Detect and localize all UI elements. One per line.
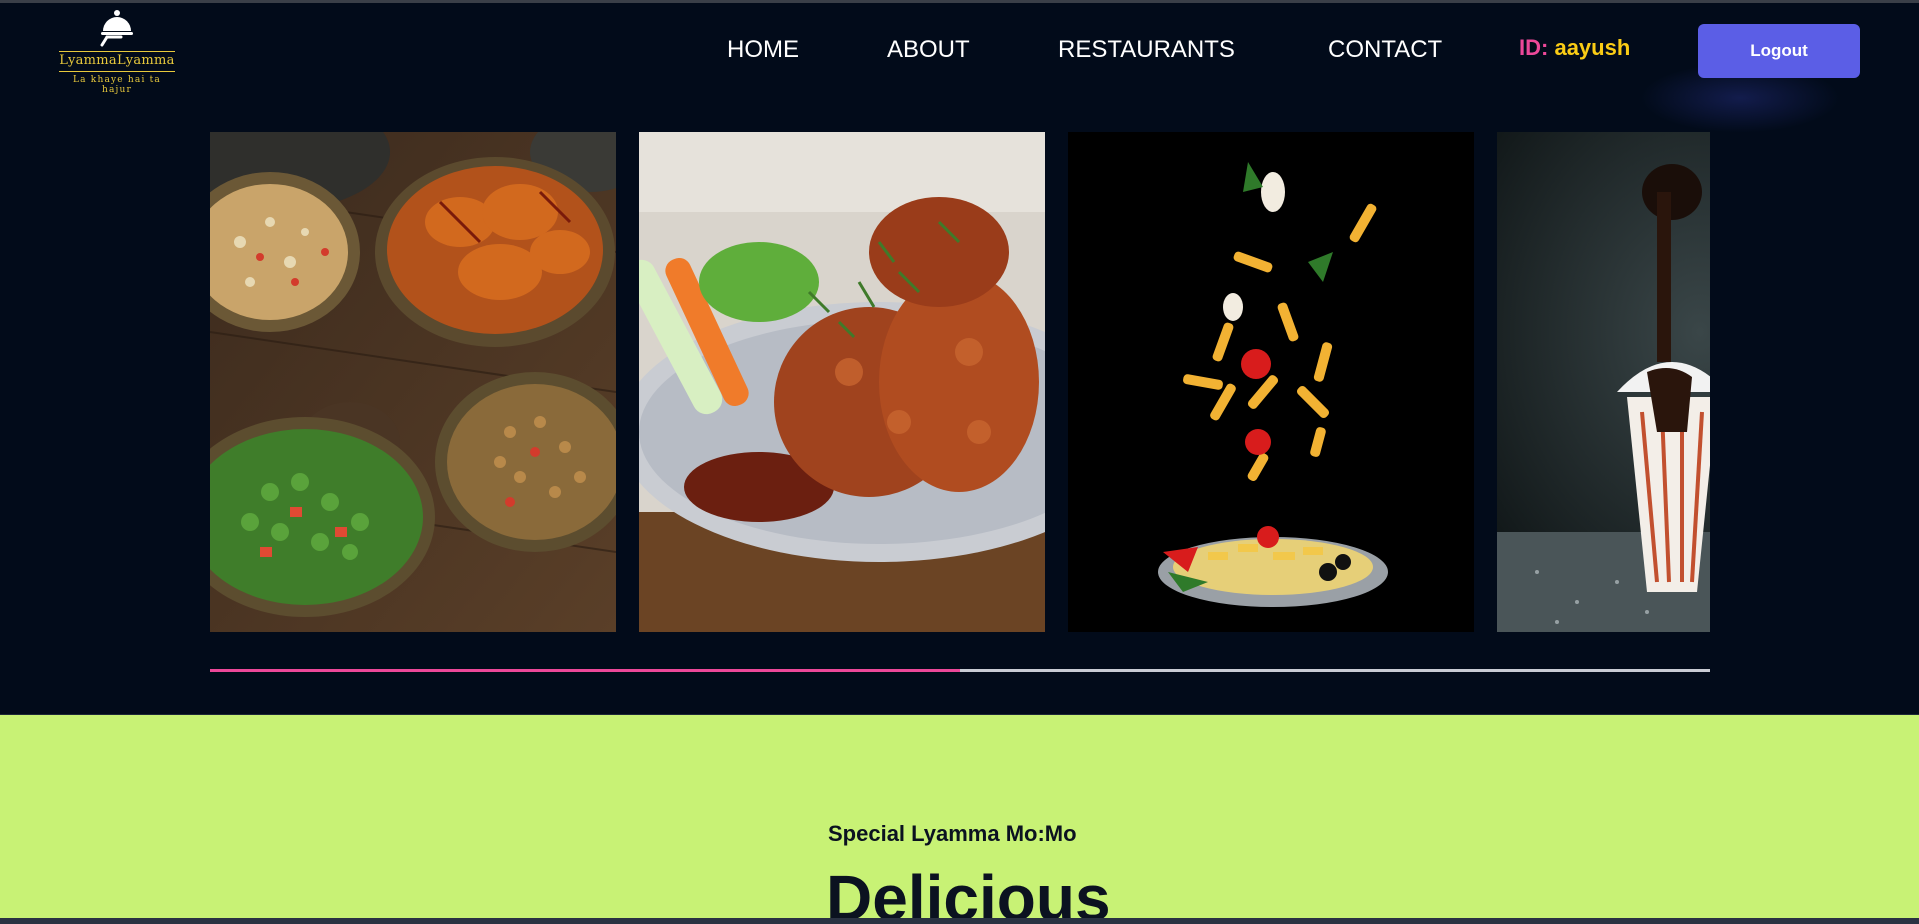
chocolate-drizzle-dessert-image [1497, 132, 1710, 632]
bottom-edge-strip [0, 918, 1919, 924]
nav-restaurants[interactable]: RESTAURANTS [1058, 36, 1235, 64]
brand-rule-top [59, 51, 175, 52]
nav-contact[interactable]: CONTACT [1328, 36, 1442, 64]
carousel-progress-bar [210, 669, 1710, 672]
carousel-slide-indian-snack-bowls[interactable] [210, 132, 616, 632]
falling-pasta-ingredients-image [1068, 132, 1474, 632]
carousel-slide-chocolate-drizzle-dessert[interactable] [1497, 132, 1710, 632]
brand-logo[interactable]: LyammaLyamma La khaye hai ta hajur [57, 7, 177, 95]
brand-tagline: La khaye hai ta hajur [73, 75, 161, 95]
nav-home[interactable]: HOME [727, 36, 799, 64]
site-header: LyammaLyamma La khaye hai ta hajur HOME … [0, 3, 1919, 133]
logout-button[interactable]: Logout [1698, 24, 1860, 78]
carousel-progress-fill [210, 669, 960, 672]
food-carousel[interactable] [210, 132, 1710, 632]
nav-about[interactable]: ABOUT [887, 36, 970, 64]
carousel-slide-falling-pasta-ingredients[interactable] [1068, 132, 1474, 632]
glazed-chicken-wings-image [639, 132, 1045, 632]
cloche-icon [100, 10, 133, 47]
indian-snack-bowls-image [210, 132, 616, 632]
special-title: Delicious [826, 862, 1111, 924]
carousel-slide-glazed-chicken-wings[interactable] [639, 132, 1045, 632]
special-subtitle: Special Lyamma Mo:Mo [828, 821, 1077, 846]
user-id-label: ID: [1519, 35, 1549, 60]
user-id-value: aayush [1554, 35, 1631, 60]
user-id-display: ID: aayush [1519, 35, 1630, 61]
brand-rule-bottom [59, 71, 175, 72]
brand-name: LyammaLyamma [59, 53, 175, 68]
special-section: Special Lyamma Mo:Mo Delicious [0, 714, 1919, 924]
